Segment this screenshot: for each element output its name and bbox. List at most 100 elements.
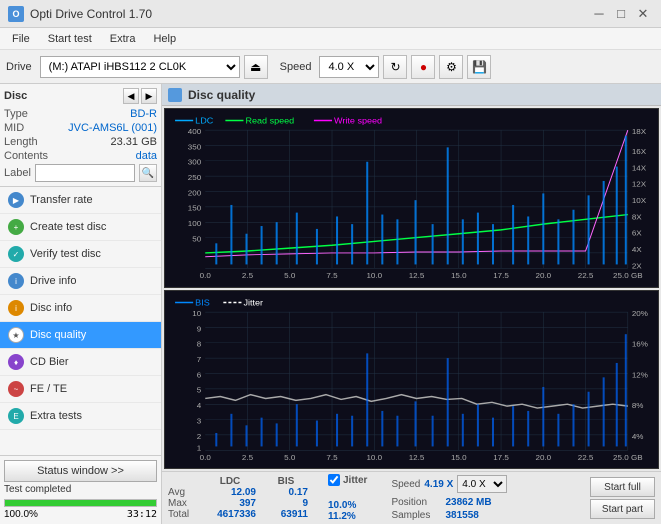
drive-info-icon: i — [8, 273, 24, 289]
speed-position-section: Speed 4.19 X 4.0 X Position 23862 MB Sam… — [391, 475, 507, 521]
svg-text:6: 6 — [197, 370, 202, 379]
nav-item-transfer-rate[interactable]: ▶ Transfer rate — [0, 187, 161, 214]
svg-text:2.5: 2.5 — [242, 271, 254, 280]
disc-label-button[interactable]: 🔍 — [139, 164, 157, 182]
jitter-label: Jitter — [343, 475, 367, 486]
stats-max-row: Max 397 9 — [168, 498, 308, 509]
speed-sel[interactable]: 4.0 X — [457, 475, 507, 493]
titlebar-left: O Opti Drive Control 1.70 — [8, 6, 152, 22]
menu-help[interactable]: Help — [145, 31, 184, 47]
speed-select[interactable]: 4.0 X — [319, 56, 379, 78]
svg-text:200: 200 — [188, 189, 202, 198]
svg-text:0.0: 0.0 — [200, 271, 212, 280]
nav-item-create-test-disc[interactable]: + Create test disc — [0, 214, 161, 241]
samples-row: Samples 381558 — [391, 510, 507, 521]
svg-text:1: 1 — [197, 443, 201, 452]
start-part-button[interactable]: Start part — [590, 499, 655, 519]
disc-mid-row: MID JVC-AMS6L (001) — [4, 122, 157, 134]
svg-text:25.0 GB: 25.0 GB — [613, 453, 643, 462]
settings-button[interactable]: ⚙ — [439, 55, 463, 79]
svg-text:8%: 8% — [632, 401, 644, 410]
progress-container — [4, 499, 157, 507]
svg-text:17.5: 17.5 — [493, 271, 509, 280]
menu-extra[interactable]: Extra — [102, 31, 144, 47]
svg-text:9: 9 — [197, 324, 201, 333]
svg-text:16X: 16X — [632, 147, 647, 156]
stats-bar: LDC BIS Avg 12.09 0.17 Max 397 9 Total 4… — [162, 471, 661, 524]
jitter-checkbox[interactable] — [328, 474, 340, 486]
app-icon: O — [8, 6, 24, 22]
svg-text:2: 2 — [197, 431, 201, 440]
eject-button[interactable]: ⏏ — [244, 55, 268, 79]
nav-item-fe-te[interactable]: ~ FE / TE — [0, 376, 161, 403]
disc-type-label: Type — [4, 108, 28, 120]
total-ldc: 4617336 — [204, 509, 256, 520]
svg-text:10X: 10X — [632, 196, 647, 205]
disc-contents-value: data — [136, 150, 157, 162]
time-elapsed: 33:12 — [127, 509, 157, 520]
svg-text:300: 300 — [188, 158, 202, 167]
nav-label-cd-bier: CD Bier — [30, 356, 69, 368]
svg-text:400: 400 — [188, 127, 202, 136]
progress-bar — [5, 500, 156, 506]
svg-text:12.5: 12.5 — [409, 453, 425, 462]
menubar: File Start test Extra Help — [0, 28, 661, 50]
disc-contents-row: Contents data — [4, 150, 157, 162]
svg-text:14X: 14X — [632, 164, 647, 173]
fe-te-icon: ~ — [8, 381, 24, 397]
save-button[interactable]: 💾 — [467, 55, 491, 79]
disc-btn1[interactable]: ◀ — [123, 88, 139, 104]
svg-text:10: 10 — [192, 309, 202, 318]
jitter-checkbox-row: Jitter — [328, 474, 367, 486]
refresh-button[interactable]: ↻ — [383, 55, 407, 79]
nav-item-disc-info[interactable]: i Disc info — [0, 295, 161, 322]
svg-text:150: 150 — [188, 204, 202, 213]
avg-label: Avg — [168, 487, 196, 498]
maximize-button[interactable]: □ — [611, 4, 631, 24]
avg-bis: 0.17 — [264, 487, 308, 498]
nav-item-cd-bier[interactable]: ♦ CD Bier — [0, 349, 161, 376]
disc-type-row: Type BD-R — [4, 108, 157, 120]
svg-text:Jitter: Jitter — [243, 297, 263, 307]
nav-label-create-test-disc: Create test disc — [30, 221, 106, 233]
disc-panel: Disc ◀ ▶ Type BD-R MID JVC-AMS6L (001) L… — [0, 84, 161, 187]
disc-header: Disc ◀ ▶ — [4, 88, 157, 104]
status-window-button[interactable]: Status window >> — [4, 460, 157, 482]
svg-text:50: 50 — [192, 235, 202, 244]
jitter-max: 11.2% — [328, 511, 367, 522]
stats-headers: LDC BIS — [168, 476, 308, 487]
titlebar: O Opti Drive Control 1.70 ─ □ ✕ — [0, 0, 661, 28]
total-bis: 63911 — [264, 509, 308, 520]
record-button[interactable]: ● — [411, 55, 435, 79]
samples-label: Samples — [391, 510, 441, 521]
menu-starttest[interactable]: Start test — [40, 31, 100, 47]
disc-contents-label: Contents — [4, 150, 48, 162]
svg-text:10.0: 10.0 — [366, 453, 382, 462]
menu-file[interactable]: File — [4, 31, 38, 47]
svg-text:Write speed: Write speed — [334, 116, 382, 126]
svg-text:LDC: LDC — [195, 116, 214, 126]
disc-length-value: 23.31 GB — [111, 136, 157, 148]
nav-item-drive-info[interactable]: i Drive info — [0, 268, 161, 295]
svg-text:16%: 16% — [632, 339, 648, 348]
nav-item-extra-tests[interactable]: E Extra tests — [0, 403, 161, 430]
svg-text:2X: 2X — [632, 261, 643, 270]
disc-info-icon: i — [8, 300, 24, 316]
stats-table: LDC BIS Avg 12.09 0.17 Max 397 9 Total 4… — [168, 476, 308, 520]
disc-label-input[interactable] — [35, 164, 135, 182]
minimize-button[interactable]: ─ — [589, 4, 609, 24]
disc-btn2[interactable]: ▶ — [141, 88, 157, 104]
start-full-button[interactable]: Start full — [590, 477, 655, 497]
nav-item-verify-test-disc[interactable]: ✓ Verify test disc — [0, 241, 161, 268]
svg-text:3: 3 — [197, 416, 202, 425]
position-label: Position — [391, 497, 441, 508]
nav-item-disc-quality[interactable]: ★ Disc quality — [0, 322, 161, 349]
svg-text:22.5: 22.5 — [578, 453, 594, 462]
svg-text:20%: 20% — [632, 309, 648, 318]
nav-label-drive-info: Drive info — [30, 275, 76, 287]
avg-ldc: 12.09 — [204, 487, 256, 498]
svg-text:5.0: 5.0 — [284, 453, 296, 462]
drive-select[interactable]: (M:) ATAPI iHBS112 2 CL0K — [40, 56, 240, 78]
chart-icon — [168, 88, 182, 102]
close-button[interactable]: ✕ — [633, 4, 653, 24]
